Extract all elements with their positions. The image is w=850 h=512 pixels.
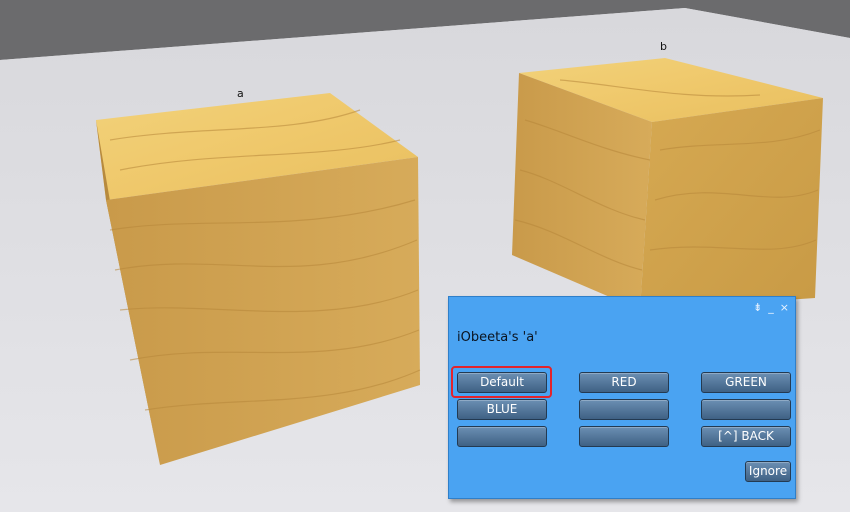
green-button[interactable]: GREEN (701, 372, 791, 393)
dialog-window-controls: ⇟ _ × (753, 302, 789, 314)
script-dialog: ⇟ _ × iObeeta's 'a' (448, 296, 796, 499)
cube-b-label: b (660, 40, 667, 53)
empty-button[interactable] (579, 426, 669, 447)
empty-button[interactable] (701, 399, 791, 420)
default-button[interactable]: Default (457, 372, 547, 393)
close-icon[interactable]: × (780, 302, 789, 314)
cube-a-label: a (237, 87, 244, 100)
dialog-title: iObeeta's 'a' (457, 330, 538, 345)
ignore-button[interactable]: Ignore (745, 461, 791, 482)
cube-b (512, 58, 823, 310)
empty-button[interactable] (579, 399, 669, 420)
dock-icon[interactable]: ⇟ (753, 302, 762, 314)
empty-button[interactable] (457, 426, 547, 447)
minimize-icon[interactable]: _ (768, 302, 774, 314)
blue-button[interactable]: BLUE (457, 399, 547, 420)
back-button[interactable]: [^] BACK (701, 426, 791, 447)
red-button[interactable]: RED (579, 372, 669, 393)
